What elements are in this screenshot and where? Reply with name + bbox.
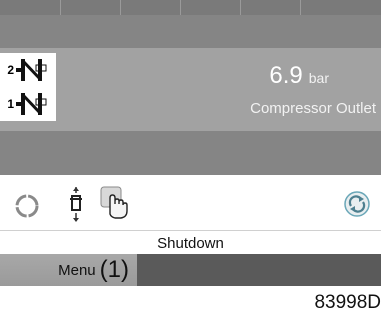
status-text: Shutdown xyxy=(157,234,224,252)
blocked-pressure-sensor-icon xyxy=(16,57,50,83)
menu-callout-number: (1) xyxy=(99,256,129,283)
valve-icon[interactable] xyxy=(66,187,86,228)
indicator-2[interactable]: 2 xyxy=(0,53,56,87)
sync-icon[interactable] xyxy=(343,190,371,223)
icon-row xyxy=(0,175,381,230)
pressure-number: 6.9 xyxy=(269,62,303,89)
indicator-number: 2 xyxy=(7,63,14,77)
hand-icon[interactable] xyxy=(98,184,134,225)
status-bar: Shutdown xyxy=(0,230,381,255)
controller-screen: 2 1 6.9 bar Compressor Outlet Shutdown M… xyxy=(0,0,381,286)
pressure-label: Compressor Outlet xyxy=(250,100,376,117)
indicator-1[interactable]: 1 xyxy=(0,87,56,121)
indicator-number: 1 xyxy=(7,97,14,111)
open-circle-icon[interactable] xyxy=(14,193,40,224)
figure-id: 83998D xyxy=(314,292,381,313)
pressure-unit: bar xyxy=(308,70,329,86)
menu-button[interactable]: Menu (1) xyxy=(0,254,137,286)
top-strip xyxy=(0,0,381,15)
menu-label: Menu xyxy=(58,261,96,279)
blocked-pressure-sensor-icon xyxy=(16,91,50,117)
pressure-value: 6.9 bar xyxy=(269,62,329,90)
